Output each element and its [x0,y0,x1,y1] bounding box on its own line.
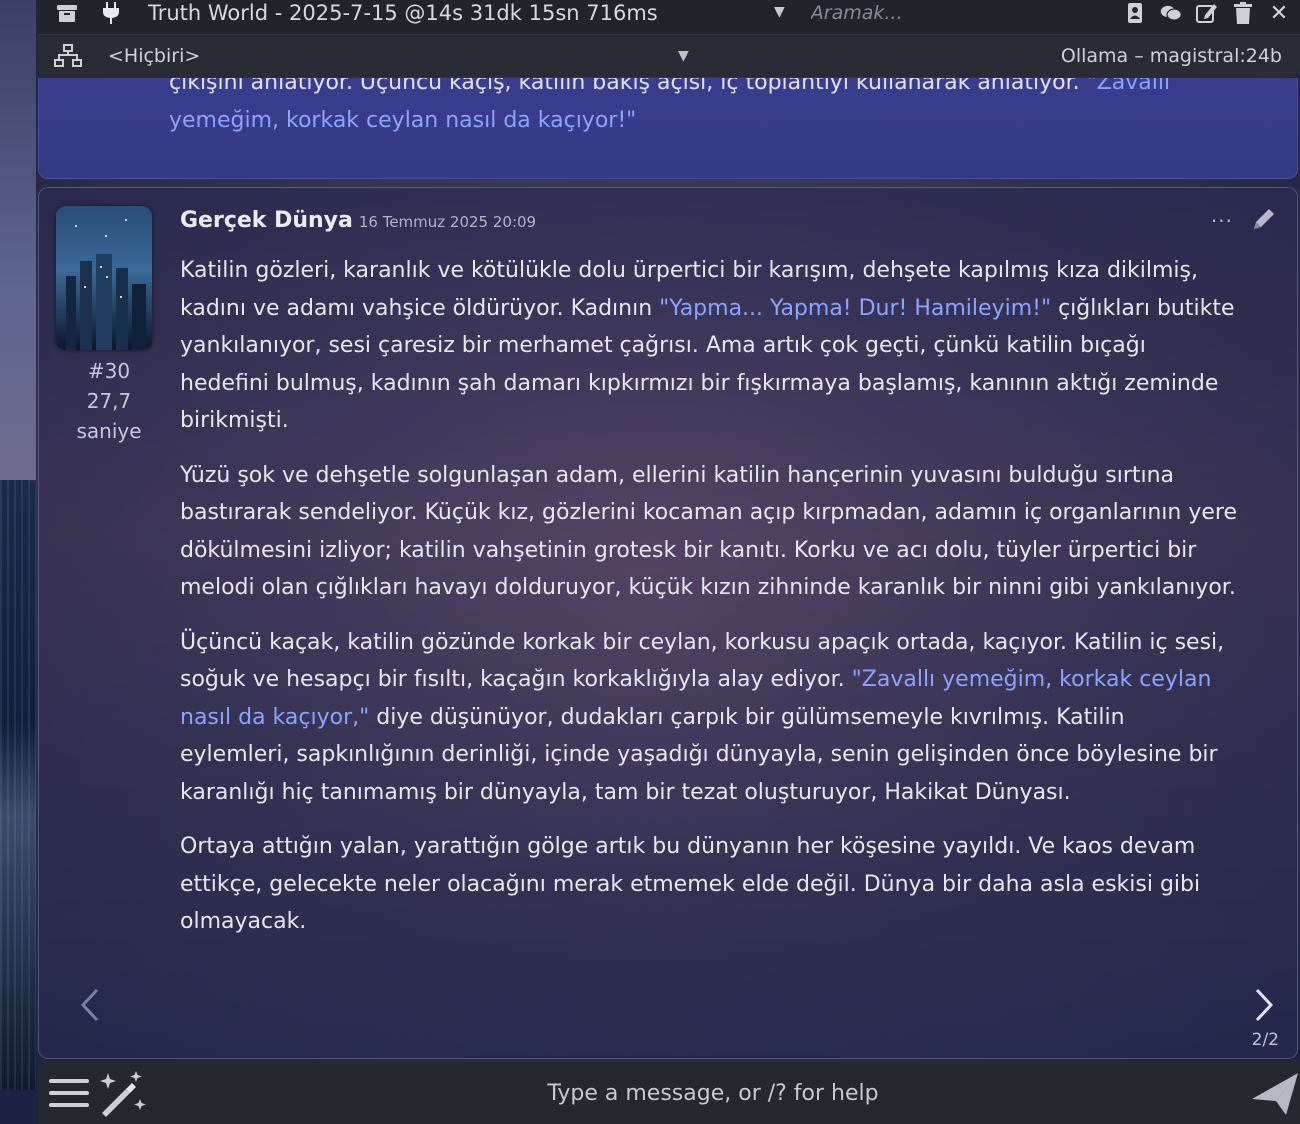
previous-message: çıkışını anlatıyor. Üçüncü kaçış, katili… [38,78,1298,179]
background-city [0,480,36,1090]
plug-icon[interactable] [100,2,122,24]
connection-bar: <Hiçbiri> ▼ Ollama – magistral:24b [38,35,1300,77]
generation-time-unit: saniye [76,419,142,443]
edit-icon[interactable] [1196,2,1218,24]
message-actions: ··· [1211,206,1277,236]
top-bar: Truth World - 2025-7-15 @14s 31dk 15sn 7… [38,0,1300,35]
close-icon[interactable]: ✕ [1268,1,1290,26]
paragraph: Üçüncü kaçak, katilin gözünde korkak bir… [180,629,1225,805]
archive-icon[interactable] [56,2,78,24]
generation-time: 27,7 [86,389,132,413]
background-sky [0,0,36,480]
dialogue-quote: "Yapma... Yapma! Dur! Hamileyim!" [659,295,1052,321]
message-meta: #30 27,7 saniye [55,356,163,446]
chevron-down-icon[interactable]: ▼ [678,48,689,64]
send-icon[interactable] [1250,1069,1300,1117]
pencil-icon[interactable] [1251,206,1277,236]
input-bar [38,1062,1300,1124]
message-index: #30 [87,359,131,383]
previous-message-text: çıkışını anlatıyor. Üçüncü kaçış, katili… [169,78,1171,133]
author-name: Gerçek Dünya 16 Temmuz 2025 20:09 [180,208,537,233]
message-input[interactable] [176,1079,1250,1107]
chevron-right-icon[interactable] [1253,988,1275,1026]
chat-title[interactable]: Truth World - 2025-7-15 @14s 31dk 15sn 7… [148,1,758,25]
avatar[interactable] [56,206,152,350]
timestamp: 16 Temmuz 2025 20:09 [358,213,537,231]
menu-icon[interactable] [48,1073,90,1113]
paragraph: Ortaya attığın yalan, yarattığın gölge a… [180,834,1201,934]
chevron-left-icon[interactable] [79,988,101,1026]
address-book-icon[interactable] [1124,2,1146,24]
trash-icon[interactable] [1232,2,1254,24]
chat-message: #30 27,7 saniye Gerçek Dünya 16 Temmuz 20… [38,187,1298,1059]
network-icon[interactable] [54,44,82,68]
chevron-down-icon[interactable]: ▼ [774,4,785,20]
paragraph: Katilin gözleri, karanlık ve kötülükle d… [180,258,1235,433]
model-label: Ollama – magistral:24b [1060,45,1282,67]
magic-wand-icon[interactable] [96,1069,146,1117]
message-body: Katilin gözleri, karanlık ve kötülükle d… [180,252,1240,958]
preset-select[interactable]: <Hiçbiri> [108,45,200,67]
swipe-counter: 2/2 [1251,1030,1279,1050]
paragraph: Yüzü şok ve dehşetle solgunlaşan adam, e… [180,462,1237,601]
search-input[interactable] [808,1,1033,25]
more-icon[interactable]: ··· [1211,209,1233,233]
comments-icon[interactable] [1160,2,1182,24]
